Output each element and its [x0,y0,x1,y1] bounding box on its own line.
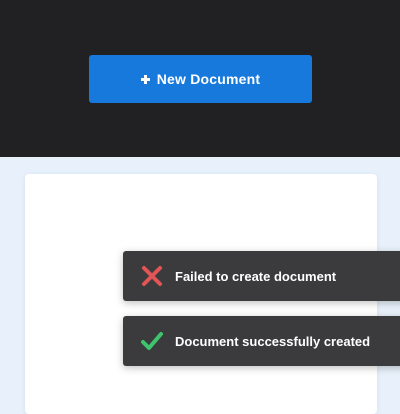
new-document-button[interactable]: New Document [89,55,312,103]
error-toast-message: Failed to create document [175,268,337,284]
error-toast[interactable]: Failed to create document [123,251,400,301]
check-icon [141,332,163,350]
success-toast[interactable]: Document successfully created [123,316,400,366]
plus-icon [140,74,150,84]
new-document-label: New Document [156,71,261,87]
top-bar: New Document [0,0,400,157]
success-toast-message: Document successfully created [175,333,371,349]
x-icon [142,266,162,286]
